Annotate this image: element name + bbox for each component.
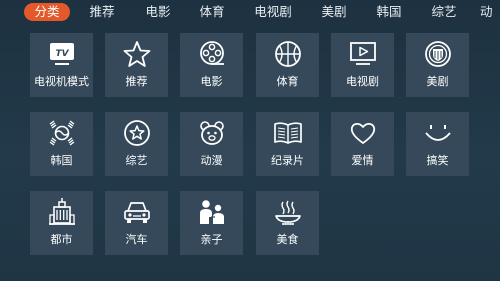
category-tile-comedy[interactable]: 搞笑 [406, 112, 469, 176]
tab-korea[interactable]: 韩国 [371, 3, 407, 21]
tile-label: 电影 [200, 75, 223, 88]
category-tile-parent-child[interactable]: 亲子 [180, 191, 243, 255]
top-nav-bar: 分类 推荐 电影 体育 电视剧 美剧 韩国 综艺 动 [0, 0, 500, 24]
category-tile-sports[interactable]: 体育 [256, 33, 319, 97]
category-screen: 分类 推荐 电影 体育 电视剧 美剧 韩国 综艺 动 TV 电视机模式 推荐 电… [0, 0, 500, 281]
tile-label: 搞笑 [426, 154, 449, 167]
car-icon [123, 202, 150, 223]
category-tile-korea[interactable]: 韩国 [30, 112, 93, 176]
tab-us-drama[interactable]: 美剧 [316, 3, 352, 21]
tab-category[interactable]: 分类 [24, 3, 70, 21]
category-tile-movie[interactable]: 电影 [180, 33, 243, 97]
tab-movie[interactable]: 电影 [140, 3, 176, 21]
city-building-icon [48, 198, 75, 225]
tile-label: 体育 [276, 75, 299, 88]
tv-icon: TV [49, 43, 74, 65]
category-tile-car[interactable]: 汽车 [105, 191, 168, 255]
tab-variety[interactable]: 综艺 [426, 3, 462, 21]
category-tile-tv-mode[interactable]: TV 电视机模式 [30, 33, 93, 97]
tile-label: 动漫 [200, 154, 223, 167]
category-tile-variety[interactable]: 综艺 [105, 112, 168, 176]
tile-label: 推荐 [125, 75, 148, 88]
tile-label: 美剧 [426, 75, 449, 88]
category-tile-romance[interactable]: 爱情 [331, 112, 394, 176]
heart-icon [350, 122, 375, 144]
tile-label: 美食 [276, 233, 299, 246]
category-tile-urban[interactable]: 都市 [30, 191, 93, 255]
bear-icon [199, 121, 224, 145]
parent-child-icon [199, 200, 224, 224]
smile-icon [424, 125, 451, 141]
tile-label: 电视机模式 [34, 75, 89, 88]
star-icon [123, 41, 150, 67]
korea-emblem-icon [49, 120, 74, 146]
category-tile-food[interactable]: 美食 [256, 191, 319, 255]
tab-sports[interactable]: 体育 [194, 3, 230, 21]
tile-label: 纪录片 [271, 154, 304, 167]
tab-tv-series[interactable]: 电视剧 [249, 3, 297, 21]
tile-label: 韩国 [50, 154, 73, 167]
svg-text:TV: TV [55, 49, 69, 59]
category-tile-us-drama[interactable]: 美剧 [406, 33, 469, 97]
food-dish-icon [274, 200, 301, 225]
us-shield-icon [424, 41, 451, 67]
tab-recommend[interactable]: 推荐 [84, 3, 120, 21]
tile-label: 电视剧 [346, 75, 379, 88]
category-tile-tv-series[interactable]: 电视剧 [331, 33, 394, 97]
tile-label: 爱情 [351, 154, 374, 167]
tab-anime-partial[interactable]: 动 [480, 3, 500, 21]
tile-label: 亲子 [200, 233, 223, 246]
film-reel-icon [199, 41, 224, 65]
star-circle-icon [123, 120, 150, 146]
category-tile-documentary[interactable]: 纪录片 [256, 112, 319, 176]
tile-label: 综艺 [125, 154, 148, 167]
tile-label: 汽车 [125, 233, 148, 246]
tile-label: 都市 [50, 233, 73, 246]
basketball-icon [274, 41, 301, 67]
video-screen-icon [349, 42, 376, 65]
category-tile-anime[interactable]: 动漫 [180, 112, 243, 176]
book-icon [273, 122, 302, 144]
category-tile-recommend[interactable]: 推荐 [105, 33, 168, 97]
